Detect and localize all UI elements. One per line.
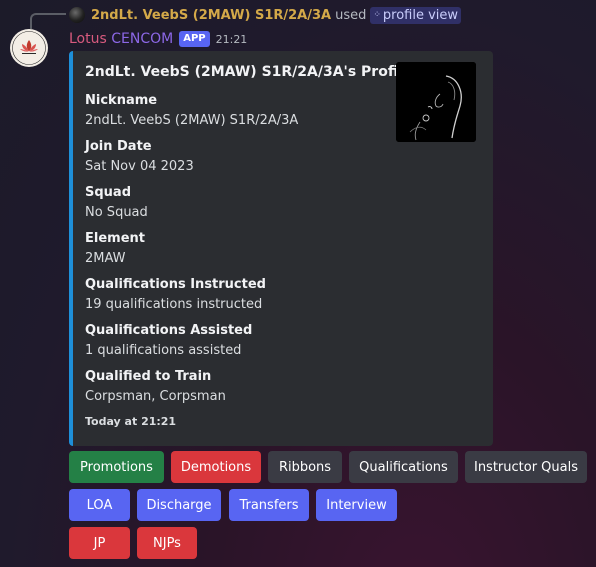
field-nickname: Nickname 2ndLt. VeebS (2MAW) S1R/2A/3A [85,93,299,128]
embed-thumbnail[interactable] [396,62,476,142]
bot-name[interactable]: Lotus CENCOM [69,31,173,47]
message-header: Lotus CENCOM APP 21:21 [69,30,247,48]
jp-button[interactable]: JP [69,527,130,559]
embed-title: 2ndLt. VeebS (2MAW) S1R/2A/3A's Profile [85,64,413,80]
demotions-button[interactable]: Demotions [171,451,261,483]
reply-context: 2ndLt. VeebS (2MAW) S1R/2A/3A used ⁘ pro… [69,6,462,24]
reply-connector-line [30,13,66,29]
profile-embed: 2ndLt. VeebS (2MAW) S1R/2A/3A's Profile … [69,51,493,446]
ribbons-button[interactable]: Ribbons [268,451,342,483]
command-icon: ⁘ [373,10,380,20]
lotus-logo-icon [11,30,47,66]
promotions-button[interactable]: Promotions [69,451,164,483]
field-qualifications-instructed: Qualifications Instructed 19 qualificati… [85,277,266,312]
embed-footer-timestamp: Today at 21:21 [85,415,177,428]
replied-user-name[interactable]: 2ndLt. VeebS (2MAW) S1R/2A/3A [91,8,331,23]
profile-thumbnail-image [396,62,476,142]
interview-button[interactable]: Interview [316,489,397,521]
field-element: Element 2MAW [85,231,145,266]
field-squad: Squad No Squad [85,185,148,220]
slash-command-chip[interactable]: ⁘ profile view [370,6,462,24]
used-label: used [335,7,367,23]
command-name: profile view [382,7,459,23]
message-timestamp[interactable]: 21:21 [216,33,248,46]
njps-button[interactable]: NJPs [137,527,197,559]
bot-avatar[interactable] [10,29,48,67]
field-join-date: Join Date Sat Nov 04 2023 [85,139,194,174]
qualifications-button[interactable]: Qualifications [349,451,458,483]
app-badge: APP [179,31,210,47]
instructor-quals-button[interactable]: Instructor Quals [465,451,587,483]
transfers-button[interactable]: Transfers [229,489,309,521]
discharge-button[interactable]: Discharge [137,489,221,521]
field-qualified-to-train: Qualified to Train Corpsman, Corpsman [85,369,226,404]
loa-button[interactable]: LOA [69,489,130,521]
field-qualifications-assisted: Qualifications Assisted 1 qualifications… [85,323,253,358]
replied-user-avatar[interactable] [69,7,85,23]
